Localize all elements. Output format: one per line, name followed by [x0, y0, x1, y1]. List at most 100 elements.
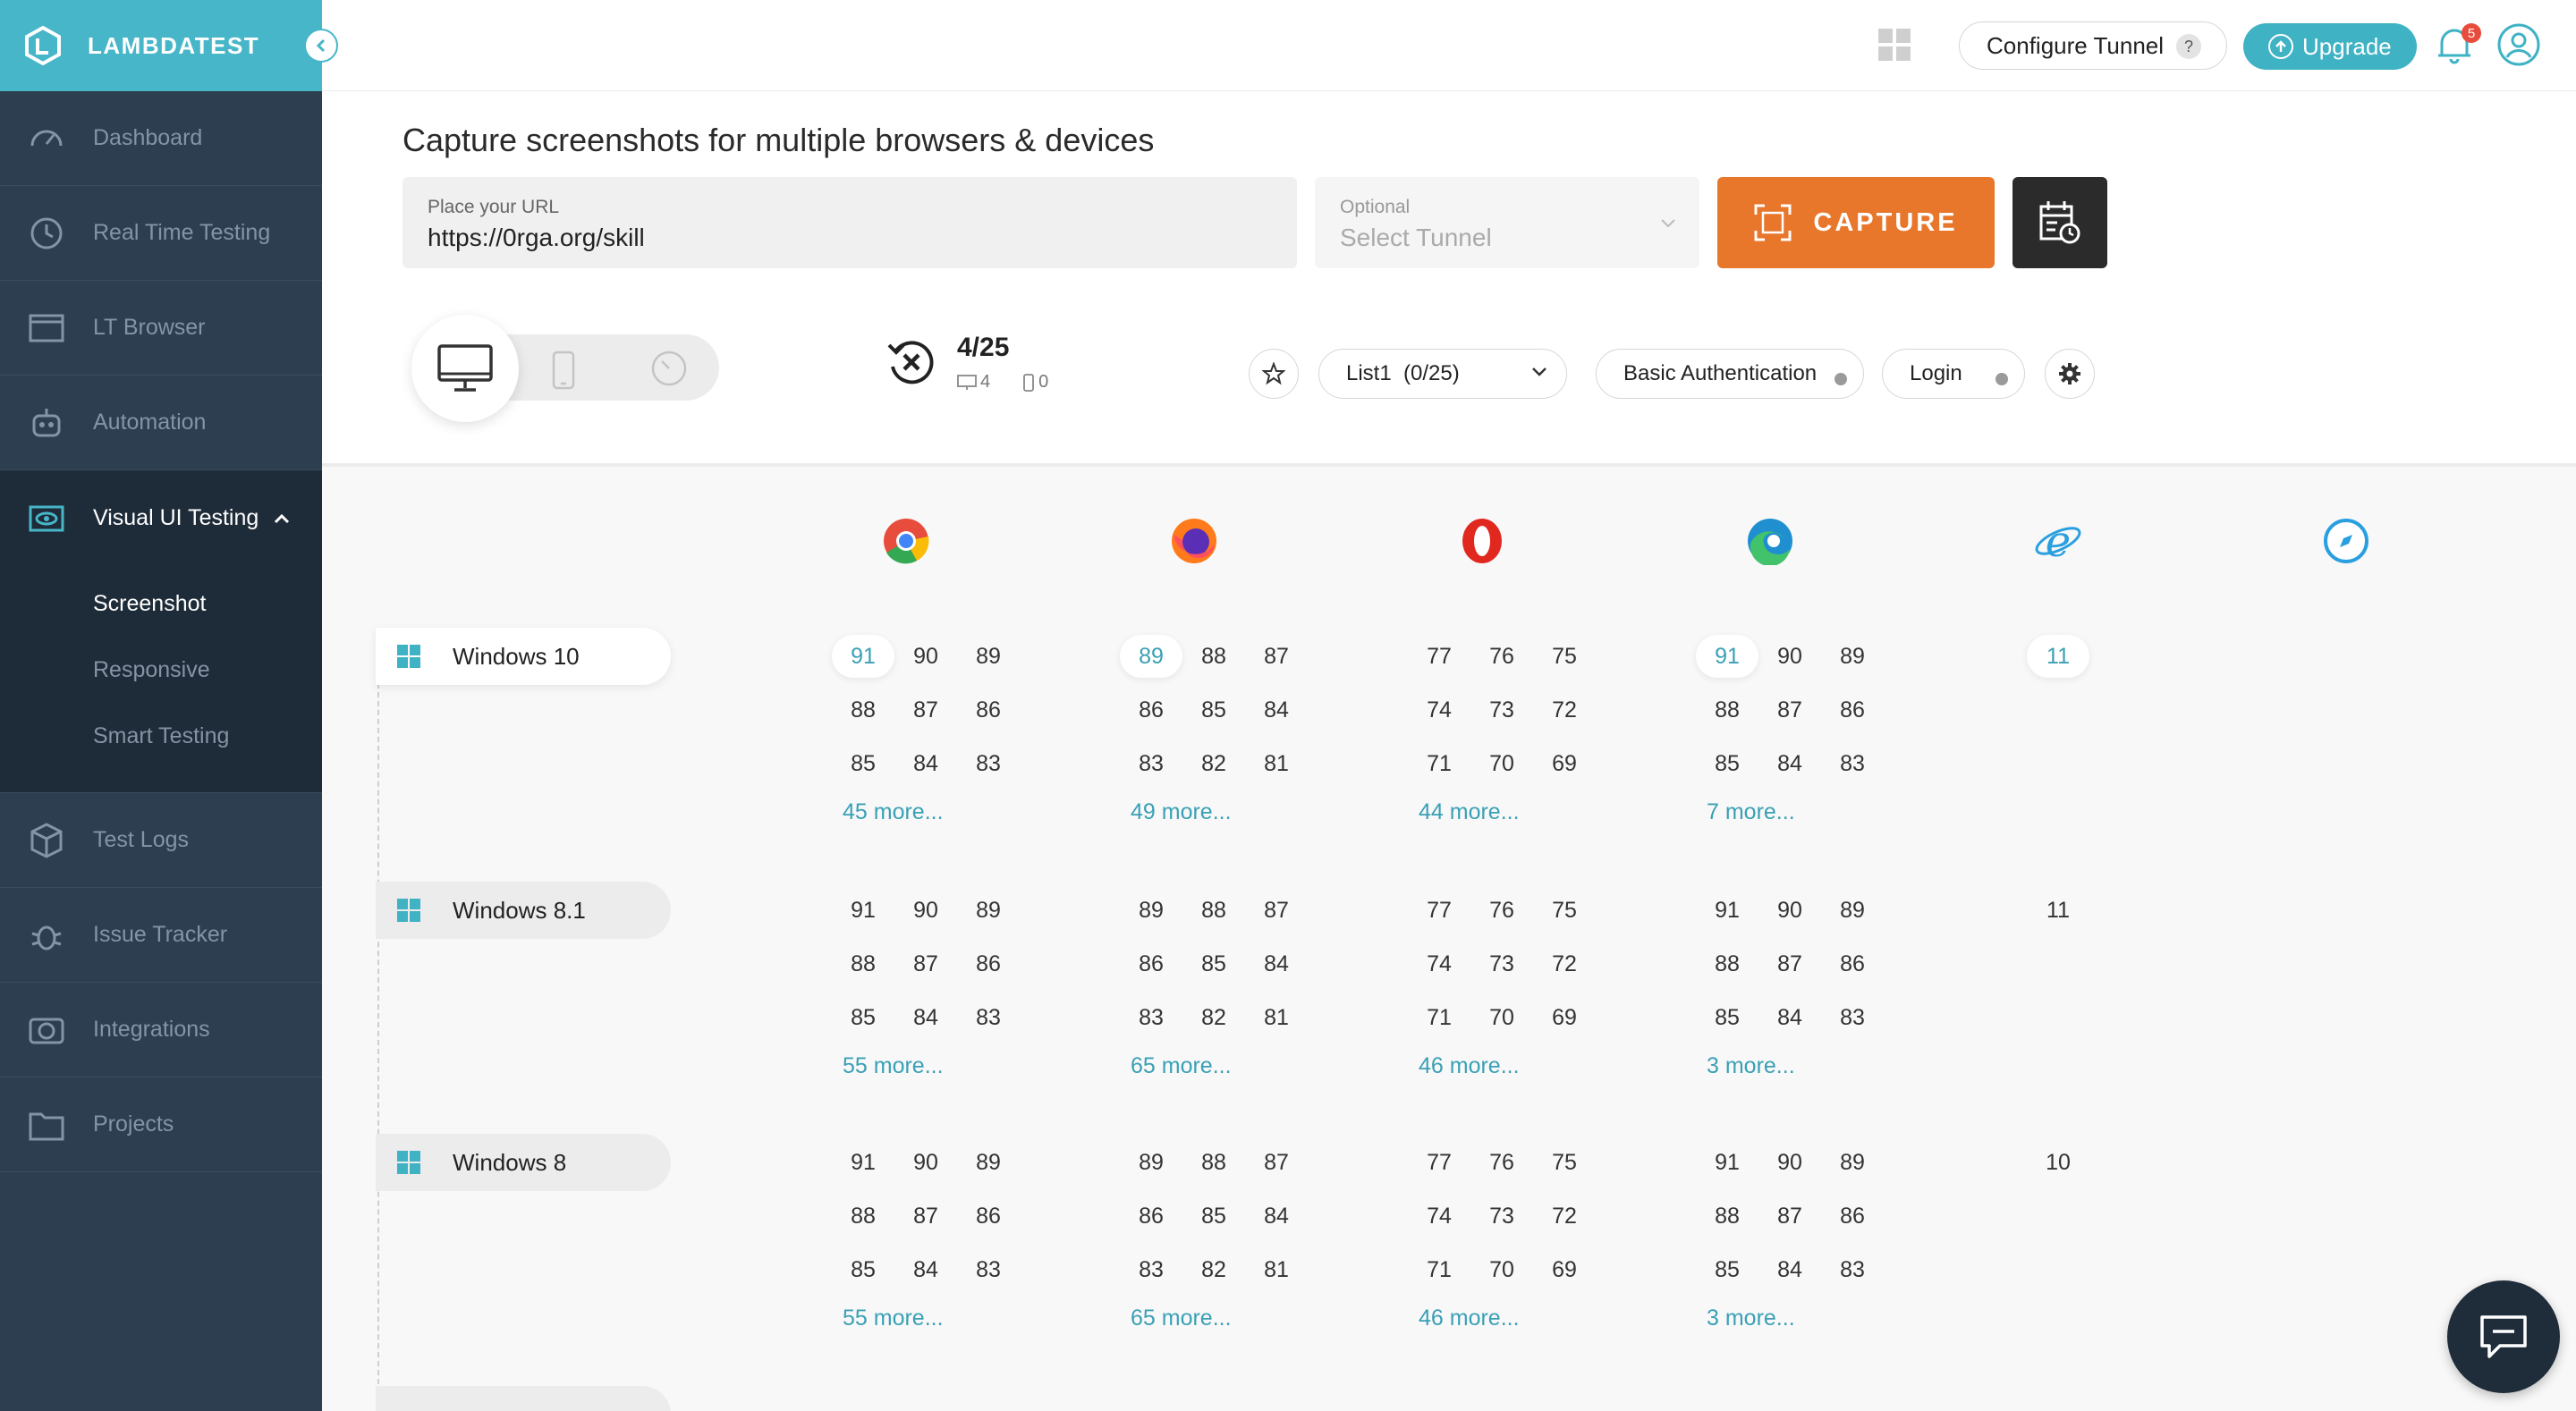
edge-version[interactable]: 84 [1758, 996, 1821, 1039]
chrome-version[interactable]: 88 [832, 689, 894, 731]
opera-version[interactable]: 72 [1533, 689, 1596, 731]
opera-version[interactable]: 74 [1408, 942, 1470, 985]
opera-more-link[interactable]: 46 more... [1419, 1053, 1520, 1079]
firefox-version[interactable]: 84 [1245, 942, 1308, 985]
edge-more-link[interactable]: 3 more... [1707, 1053, 1795, 1079]
url-field[interactable]: Place your URL https://0rga.org/skill [402, 177, 1297, 268]
help-icon[interactable]: ? [2176, 34, 2201, 59]
firefox-version[interactable]: 85 [1182, 1195, 1245, 1238]
ie-version[interactable]: 10 [2027, 1141, 2089, 1184]
upgrade-button[interactable]: Upgrade [2243, 23, 2417, 70]
edge-more-link[interactable]: 7 more... [1707, 799, 1795, 825]
opera-version[interactable]: 73 [1470, 1195, 1533, 1238]
settings-button[interactable] [2045, 349, 2095, 399]
opera-version[interactable]: 76 [1470, 889, 1533, 932]
configure-tunnel-button[interactable]: Configure Tunnel ? [1959, 21, 2227, 70]
basic-authentication-toggle[interactable]: Basic Authentication [1596, 349, 1864, 399]
chrome-version[interactable]: 88 [832, 942, 894, 985]
firefox-version[interactable]: 82 [1182, 996, 1245, 1039]
user-avatar-icon[interactable] [2496, 21, 2542, 68]
sidebar-item-real-time-testing[interactable]: Real Time Testing [0, 186, 322, 281]
edge-version[interactable]: 84 [1758, 742, 1821, 785]
opera-icon[interactable] [1458, 517, 1506, 565]
internet-explorer-icon[interactable]: e [2034, 517, 2082, 565]
firefox-version[interactable]: 84 [1245, 1195, 1308, 1238]
sidebar-item-test-logs[interactable]: Test Logs [0, 793, 322, 888]
edge-version[interactable]: 83 [1821, 742, 1884, 785]
chrome-version[interactable]: 86 [957, 689, 1020, 731]
edge-version[interactable]: 85 [1696, 1248, 1758, 1291]
firefox-version[interactable]: 88 [1182, 635, 1245, 678]
firefox-version[interactable]: 84 [1245, 689, 1308, 731]
chrome-version[interactable]: 89 [957, 1141, 1020, 1184]
edge-version[interactable]: 88 [1696, 689, 1758, 731]
firefox-version[interactable]: 82 [1182, 1248, 1245, 1291]
opera-version[interactable]: 77 [1408, 889, 1470, 932]
opera-more-link[interactable]: 46 more... [1419, 1305, 1520, 1331]
opera-version[interactable]: 73 [1470, 689, 1533, 731]
chrome-version[interactable]: 89 [957, 889, 1020, 932]
firefox-version[interactable]: 89 [1120, 635, 1182, 678]
firefox-icon[interactable] [1170, 517, 1218, 565]
sidebar-item-projects[interactable]: Projects [0, 1077, 322, 1172]
firefox-version[interactable]: 83 [1120, 742, 1182, 785]
chrome-more-link[interactable]: 45 more... [843, 799, 944, 825]
chrome-version[interactable]: 86 [957, 942, 1020, 985]
edge-version[interactable]: 83 [1821, 996, 1884, 1039]
chrome-version[interactable]: 84 [894, 742, 957, 785]
chrome-version[interactable]: 87 [894, 689, 957, 731]
chrome-version[interactable]: 83 [957, 1248, 1020, 1291]
opera-version[interactable]: 72 [1533, 1195, 1596, 1238]
chat-support-button[interactable] [2447, 1280, 2560, 1393]
firefox-version[interactable]: 85 [1182, 942, 1245, 985]
browser-list-dropdown[interactable]: List1 (0/25) [1318, 349, 1567, 399]
chrome-more-link[interactable]: 55 more... [843, 1053, 944, 1079]
sidebar-item-issue-tracker[interactable]: Issue Tracker [0, 888, 322, 983]
chrome-version[interactable]: 85 [832, 742, 894, 785]
chrome-version[interactable]: 85 [832, 1248, 894, 1291]
url-field-value[interactable]: https://0rga.org/skill [428, 224, 1297, 252]
edge-version[interactable]: 89 [1821, 889, 1884, 932]
sidebar-item-dashboard[interactable]: Dashboard [0, 91, 322, 186]
chrome-version[interactable]: 86 [957, 1195, 1020, 1238]
subnav-item-responsive[interactable]: Responsive [0, 637, 322, 703]
firefox-version[interactable]: 82 [1182, 742, 1245, 785]
chrome-version[interactable]: 83 [957, 996, 1020, 1039]
chrome-version[interactable]: 87 [894, 942, 957, 985]
opera-version[interactable]: 69 [1533, 742, 1596, 785]
firefox-version[interactable]: 81 [1245, 996, 1308, 1039]
safari-icon[interactable] [2322, 517, 2370, 565]
firefox-version[interactable]: 88 [1182, 889, 1245, 932]
opera-version[interactable]: 72 [1533, 942, 1596, 985]
edge-version[interactable]: 86 [1821, 1195, 1884, 1238]
chrome-version[interactable]: 88 [832, 1195, 894, 1238]
reset-selection-icon[interactable] [884, 334, 939, 390]
firefox-version[interactable]: 87 [1245, 635, 1308, 678]
edge-version[interactable]: 87 [1758, 1195, 1821, 1238]
opera-version[interactable]: 75 [1533, 635, 1596, 678]
firefox-version[interactable]: 89 [1120, 1141, 1182, 1184]
chrome-version[interactable]: 90 [894, 889, 957, 932]
firefox-version[interactable]: 86 [1120, 689, 1182, 731]
os-row-windows-8-1[interactable]: Windows 8.1 [376, 882, 671, 939]
opera-version[interactable]: 77 [1408, 635, 1470, 678]
edge-version[interactable]: 85 [1696, 996, 1758, 1039]
opera-version[interactable]: 69 [1533, 1248, 1596, 1291]
chrome-version[interactable]: 90 [894, 635, 957, 678]
chrome-icon[interactable] [882, 517, 930, 565]
firefox-version[interactable]: 83 [1120, 996, 1182, 1039]
firefox-version[interactable]: 88 [1182, 1141, 1245, 1184]
mobile-toggle-icon[interactable] [551, 351, 576, 390]
sidebar-item-lt-browser[interactable]: LT Browser [0, 281, 322, 376]
edge-version[interactable]: 88 [1696, 1195, 1758, 1238]
opera-version[interactable]: 71 [1408, 742, 1470, 785]
tunnel-select[interactable]: Optional Select Tunnel [1315, 177, 1699, 268]
opera-version[interactable]: 74 [1408, 689, 1470, 731]
opera-more-link[interactable]: 44 more... [1419, 799, 1520, 825]
chrome-version[interactable]: 91 [832, 889, 894, 932]
edge-version[interactable]: 89 [1821, 635, 1884, 678]
edge-more-link[interactable]: 3 more... [1707, 1305, 1795, 1331]
chrome-version[interactable]: 85 [832, 996, 894, 1039]
chrome-version[interactable]: 83 [957, 742, 1020, 785]
subnav-item-screenshot[interactable]: Screenshot [0, 570, 322, 637]
